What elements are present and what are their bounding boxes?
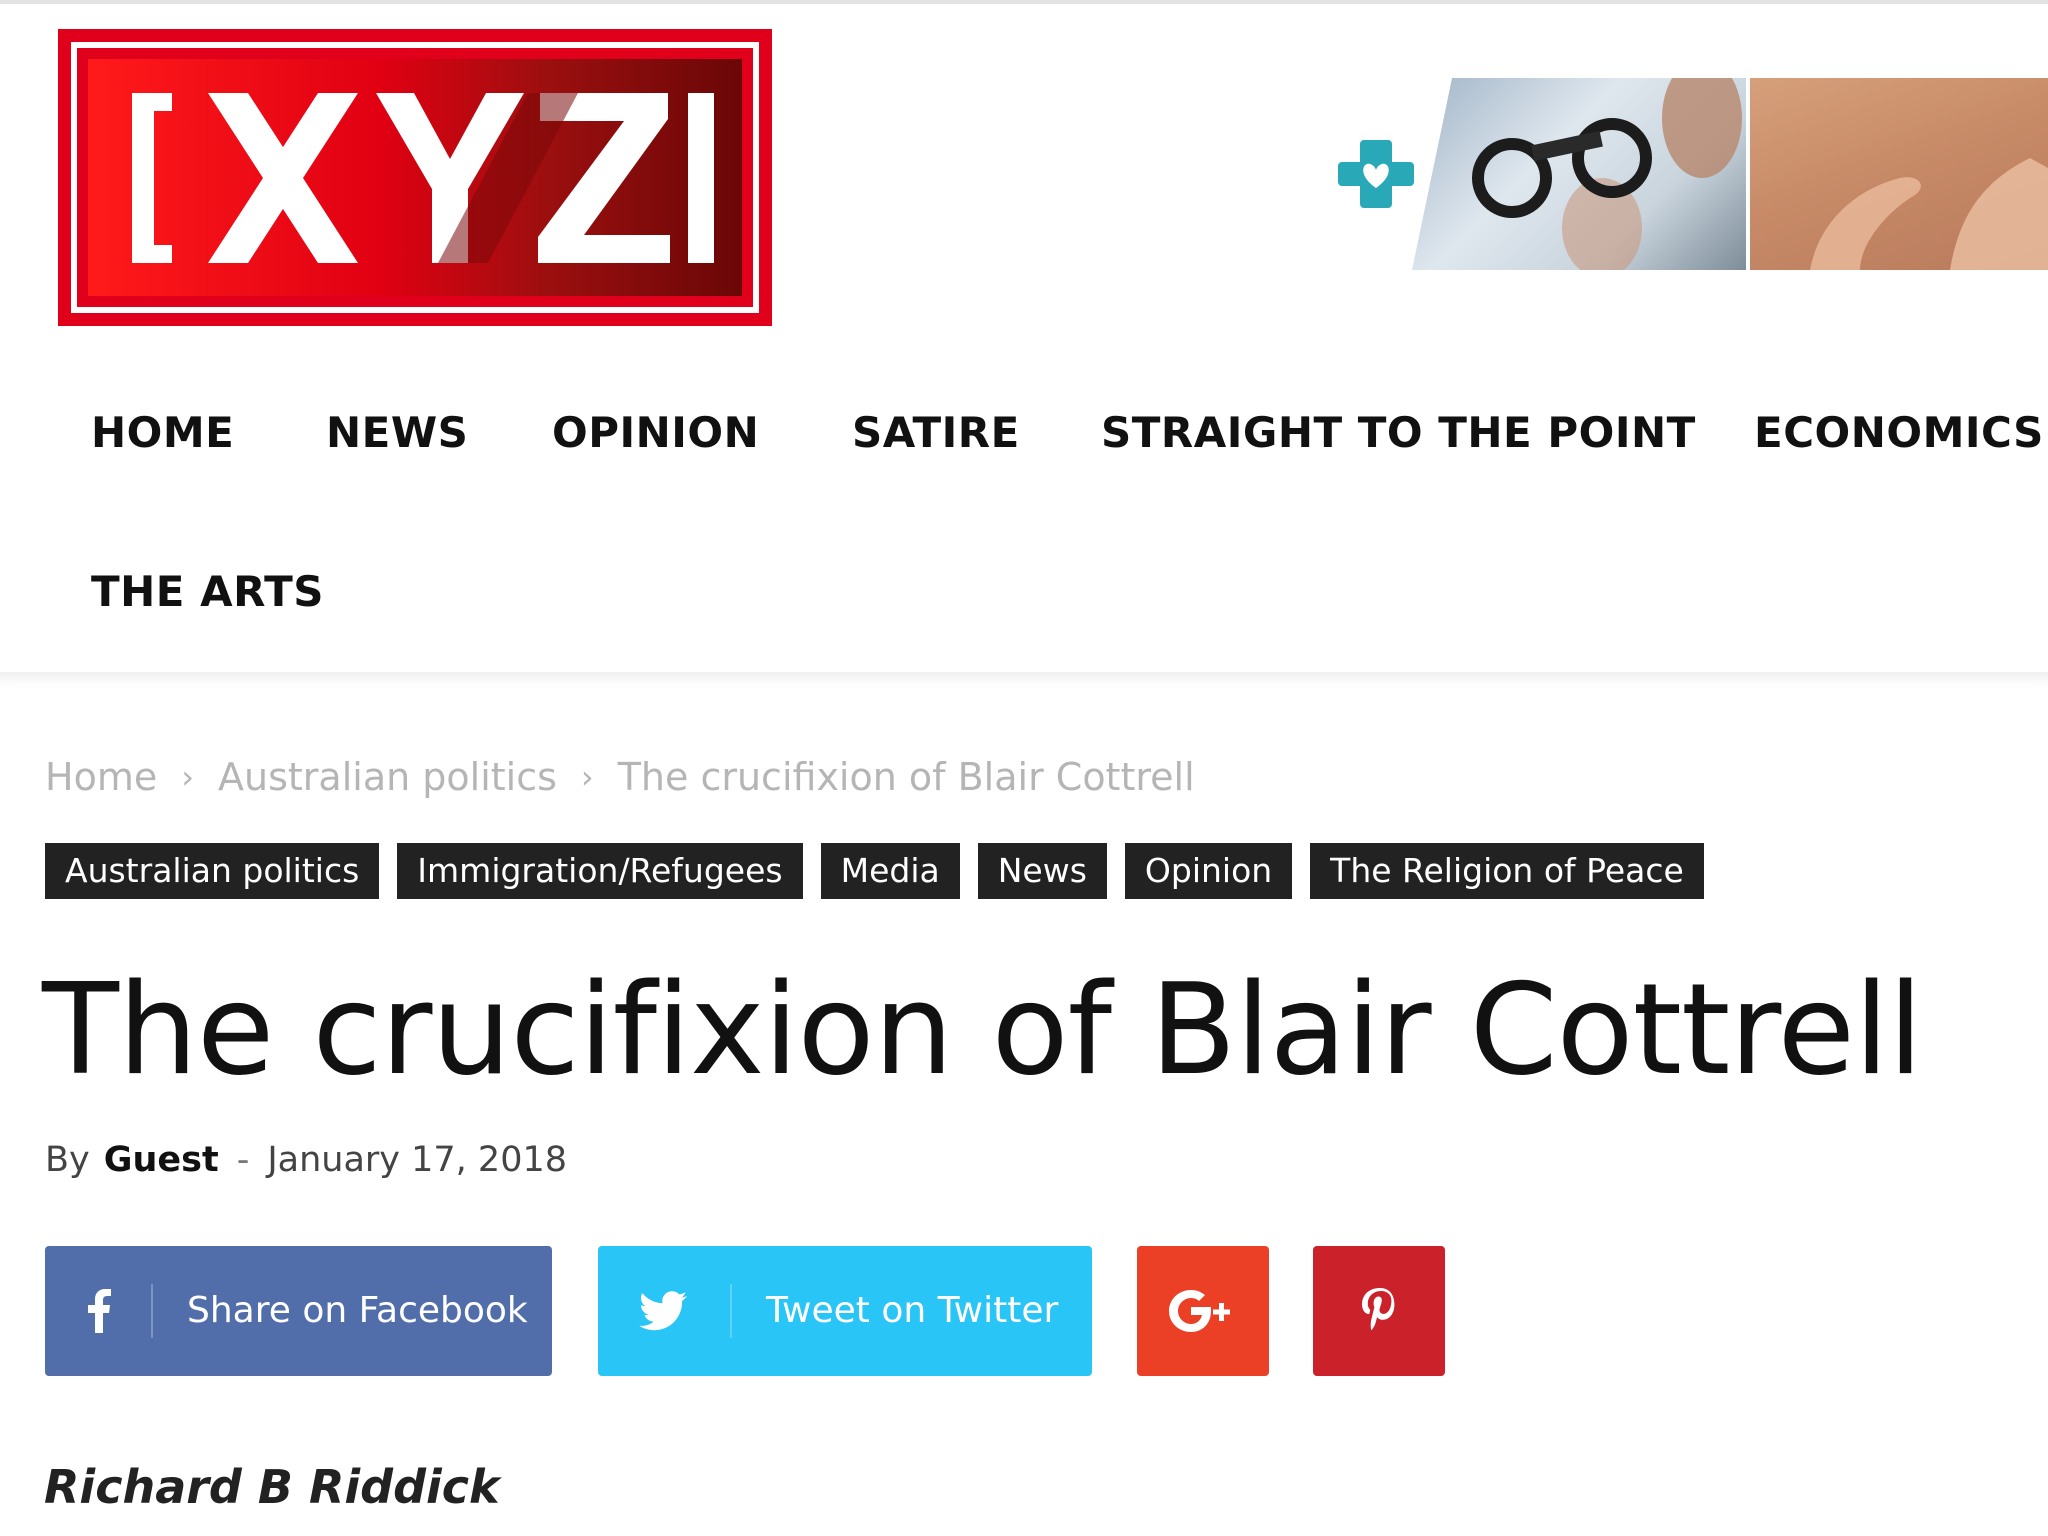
- top-border: [0, 0, 2048, 4]
- share-divider: [730, 1284, 732, 1338]
- google-plus-icon: [1137, 1246, 1269, 1376]
- share-twitter-label: Tweet on Twitter: [766, 1290, 1059, 1331]
- breadcrumb-separator: ›: [580, 758, 594, 796]
- article-byline: Richard B Riddick: [44, 1460, 500, 1514]
- tag-immigration-refugees[interactable]: Immigration/Refugees: [397, 843, 803, 899]
- nav-divider: [0, 672, 2048, 686]
- breadcrumb-separator: ›: [181, 758, 195, 796]
- tag-australian-politics[interactable]: Australian politics: [45, 843, 380, 899]
- medical-cross-heart-icon[interactable]: [1338, 136, 1414, 212]
- pinterest-icon: [1313, 1246, 1445, 1376]
- tag-opinion[interactable]: Opinion: [1124, 843, 1293, 899]
- nav-item-home[interactable]: HOME: [91, 408, 234, 457]
- author-link[interactable]: Guest: [104, 1140, 219, 1180]
- article-title: The crucifixion of Blair Cottrell: [42, 956, 1923, 1103]
- share-facebook-label: Share on Facebook: [187, 1290, 528, 1331]
- share-facebook-button[interactable]: Share on Facebook: [45, 1246, 552, 1376]
- tag-media[interactable]: Media: [820, 843, 960, 899]
- logo-graphic: [58, 29, 772, 326]
- share-pinterest-button[interactable]: [1313, 1246, 1445, 1376]
- category-tags: Australian politics Immigration/Refugees…: [45, 843, 1704, 899]
- nav-item-straight-to-the-point[interactable]: STRAIGHT TO THE POINT: [1101, 408, 1696, 457]
- article-meta: By Guest - January 17, 2018: [45, 1134, 567, 1186]
- by-label: By: [45, 1140, 90, 1180]
- share-googleplus-button[interactable]: [1137, 1246, 1269, 1376]
- main-nav: HOME NEWS OPINION SATIRE STRAIGHT TO THE…: [0, 375, 2048, 675]
- nav-item-economics[interactable]: ECONOMICS: [1754, 408, 2044, 457]
- breadcrumb-australian-politics[interactable]: Australian politics: [218, 755, 557, 799]
- nav-item-the-arts[interactable]: THE ARTS: [91, 567, 324, 616]
- nav-item-satire[interactable]: SATIRE: [852, 408, 1020, 457]
- breadcrumb-current: The crucifixion of Blair Cottrell: [617, 755, 1195, 799]
- article-date: January 17, 2018: [267, 1140, 567, 1180]
- ad-image-massage[interactable]: [1750, 78, 2048, 270]
- twitter-icon: [598, 1246, 728, 1376]
- share-divider: [151, 1284, 153, 1338]
- ad-image-optometry[interactable]: [1412, 78, 1746, 270]
- tag-news[interactable]: News: [977, 843, 1107, 899]
- site-logo[interactable]: [58, 29, 772, 326]
- nav-item-news[interactable]: NEWS: [326, 408, 468, 457]
- share-twitter-button[interactable]: Tweet on Twitter: [598, 1246, 1092, 1376]
- facebook-icon: [45, 1246, 153, 1376]
- breadcrumb-home[interactable]: Home: [45, 755, 157, 799]
- tag-religion-of-peace[interactable]: The Religion of Peace: [1310, 843, 1704, 899]
- nav-item-opinion[interactable]: OPINION: [552, 408, 759, 457]
- meta-dash: -: [236, 1140, 250, 1180]
- breadcrumb: Home › Australian politics › The crucifi…: [45, 752, 1195, 802]
